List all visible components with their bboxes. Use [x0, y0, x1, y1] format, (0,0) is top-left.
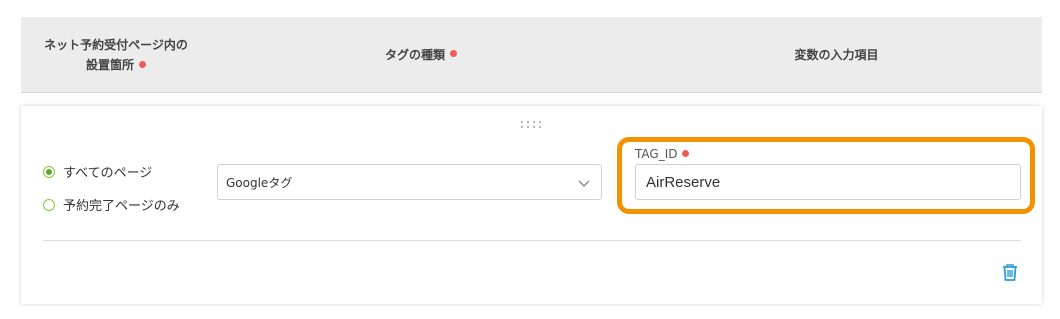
- divider: [43, 240, 1021, 241]
- tag-row-card: すべてのページ 予約完了ページのみ Googleタグ TAG_ID: [21, 106, 1042, 304]
- radio-label-all-pages: すべてのページ: [63, 166, 153, 181]
- table-header: ネット予約受付ページ内の 設置箇所 タグの種類 変数の入力項目: [21, 17, 1042, 93]
- radio-label-complete-page: 予約完了ページのみ: [63, 199, 180, 214]
- radio-all-pages[interactable]: すべてのページ: [43, 162, 152, 181]
- tag-id-label-text: TAG_ID: [635, 147, 678, 161]
- tag-type-select[interactable]: Googleタグ: [217, 164, 602, 200]
- radio-button-checked[interactable]: [43, 165, 55, 178]
- tag-type-selected-value: Googleタグ: [226, 175, 293, 190]
- header-variable-label: 変数の入力項目: [794, 47, 879, 62]
- required-indicator: [450, 50, 457, 57]
- tag-id-input[interactable]: [635, 164, 1021, 200]
- header-placement-label-line1: ネット予約受付ページ内の: [44, 37, 188, 52]
- tag-id-label: TAG_ID: [635, 147, 690, 161]
- header-tag-type: タグの種類: [211, 17, 631, 92]
- header-variable-input: 変数の入力項目: [631, 17, 1042, 92]
- trash-icon[interactable]: [1001, 262, 1019, 282]
- chevron-down-icon: [578, 180, 590, 187]
- required-indicator: [139, 60, 146, 68]
- required-indicator: [682, 150, 690, 157]
- radio-complete-page-only[interactable]: 予約完了ページのみ: [43, 195, 180, 214]
- radio-button-unchecked[interactable]: [43, 198, 55, 211]
- drag-handle-icon[interactable]: [519, 118, 543, 130]
- header-tag-type-label: タグの種類: [384, 47, 445, 62]
- header-placement-label-line2: 設置箇所: [85, 57, 134, 72]
- header-placement: ネット予約受付ページ内の 設置箇所: [21, 17, 211, 92]
